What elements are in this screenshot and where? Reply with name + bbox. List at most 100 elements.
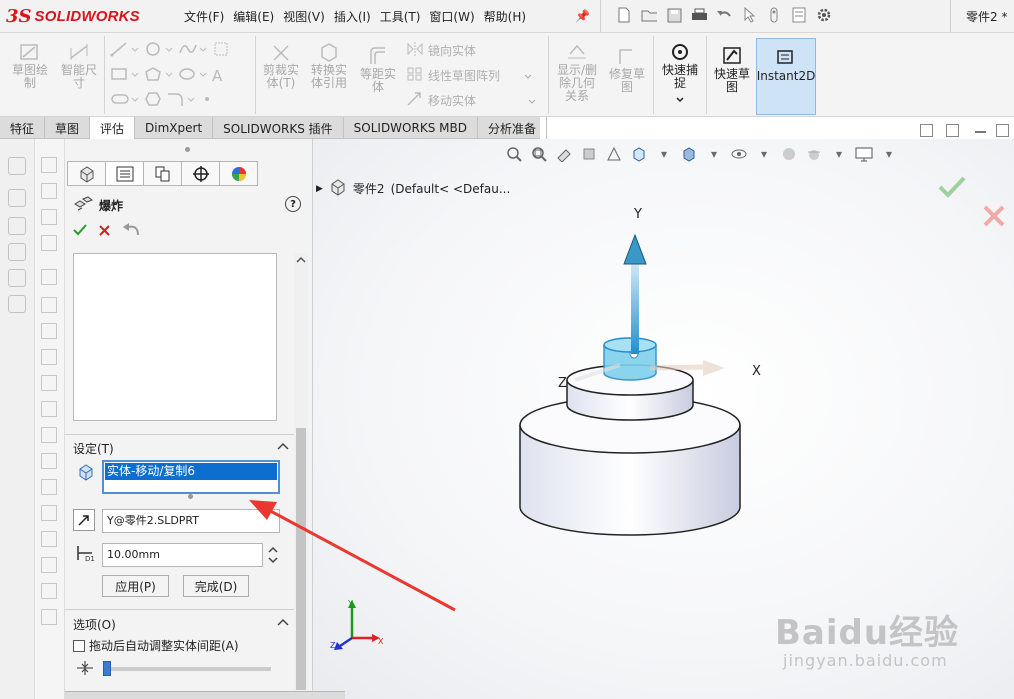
sweep-icon[interactable] xyxy=(8,217,26,235)
tab-features[interactable]: 特征 xyxy=(0,117,46,139)
expand-arrow-icon[interactable]: ▶ xyxy=(316,184,323,194)
edit-appearance-icon[interactable] xyxy=(780,145,798,163)
move-entities-item[interactable]: 移动实体 xyxy=(406,91,536,110)
spring-icon[interactable] xyxy=(8,295,26,313)
options-section-title[interactable]: 选项(O) xyxy=(73,616,116,633)
tool-icon-4[interactable] xyxy=(41,235,57,251)
dynamic-annotation-icon[interactable] xyxy=(605,145,623,163)
tab-dimxpert[interactable]: DimXpert xyxy=(135,117,214,139)
flyout-feature-tree[interactable]: ▶ 零件2 (Default< <Defau... xyxy=(316,178,510,199)
tab-sketch[interactable]: 草图 xyxy=(45,117,91,139)
spline-icon[interactable] xyxy=(178,41,208,60)
loft-icon[interactable] xyxy=(8,243,26,261)
zoom-to-fit-icon[interactable] xyxy=(505,145,523,163)
repair-sketch-button[interactable]: 修复草 图 xyxy=(604,46,650,94)
fillet-icon[interactable] xyxy=(166,91,196,110)
tool-icon-10[interactable] xyxy=(41,401,57,417)
quick-snaps-button[interactable]: 快速捕 捉 xyxy=(657,42,703,106)
solidworks-logo[interactable]: 3S SOLIDWORKS xyxy=(6,4,156,29)
window-back-icon[interactable] xyxy=(920,124,933,137)
dimxpert-manager-tab[interactable] xyxy=(181,161,220,186)
save-icon[interactable] xyxy=(666,7,682,23)
hexagon-icon[interactable] xyxy=(144,91,162,110)
selected-top-cylinder[interactable] xyxy=(603,337,657,381)
settings-section-title[interactable]: 设定(T) xyxy=(73,440,114,457)
cancel-x-icon[interactable] xyxy=(99,224,110,240)
display-delete-relations-button[interactable]: 显示/删 除几何 关系 xyxy=(553,42,601,103)
sketch-button[interactable]: 草图绘 制 xyxy=(8,42,52,90)
chevron-down-icon[interactable] xyxy=(676,93,684,106)
previous-view-icon[interactable] xyxy=(555,145,573,163)
slot-icon[interactable] xyxy=(110,91,140,110)
spacing-slider[interactable] xyxy=(103,661,271,676)
menu-edit[interactable]: 编辑(E) xyxy=(233,8,283,25)
view-orientation-icon[interactable] xyxy=(630,145,648,163)
reverse-direction-button[interactable] xyxy=(73,509,95,531)
chevron-up-icon[interactable] xyxy=(277,440,289,453)
rebuild-icon[interactable] xyxy=(766,7,782,23)
rectangle-icon[interactable] xyxy=(110,66,140,85)
apply-button[interactable]: 应用(P) xyxy=(102,575,169,597)
polygon-icon[interactable] xyxy=(144,66,174,85)
offset-entities-button[interactable]: 等距实 体 xyxy=(355,46,401,94)
display-manager-tab[interactable] xyxy=(219,161,258,186)
tool-icon-16[interactable] xyxy=(41,557,57,573)
tool-icon-17[interactable] xyxy=(41,583,57,599)
line-icon[interactable] xyxy=(110,41,140,60)
feature-manager-tab[interactable] xyxy=(67,161,106,186)
splitter-handle[interactable] xyxy=(185,147,190,152)
tool-icon-8[interactable] xyxy=(41,349,57,365)
extrude-boss-icon[interactable] xyxy=(8,157,26,175)
configuration-manager-tab[interactable] xyxy=(143,161,182,186)
pin-menu-icon[interactable]: 📌 xyxy=(575,9,590,23)
tool-icon-6[interactable] xyxy=(41,297,57,313)
smart-dimension-button[interactable]: 智能尺 寸 xyxy=(56,42,102,90)
ok-check-icon[interactable] xyxy=(73,224,87,240)
file-properties-icon[interactable] xyxy=(791,7,807,23)
explode-steps-list[interactable] xyxy=(73,253,277,421)
tool-icon-15[interactable] xyxy=(41,531,57,547)
chevron-down-icon[interactable]: ▾ xyxy=(880,145,898,163)
selected-body-item[interactable]: 实体-移动/复制6 xyxy=(105,463,277,480)
property-manager-tab[interactable] xyxy=(105,161,144,186)
tool-icon-11[interactable] xyxy=(41,427,57,443)
chevron-down-icon[interactable] xyxy=(528,94,536,108)
apply-scene-icon[interactable] xyxy=(805,145,823,163)
revolve-icon[interactable] xyxy=(8,189,26,207)
help-button[interactable]: ? xyxy=(285,196,301,212)
confirm-ok-icon[interactable] xyxy=(938,175,966,202)
tool-icon-12[interactable] xyxy=(41,453,57,469)
tool-icon-3[interactable] xyxy=(41,209,57,225)
maximize-icon[interactable] xyxy=(996,124,1009,137)
part-3d-model[interactable] xyxy=(500,200,780,550)
tab-addins[interactable]: SOLIDWORKS 插件 xyxy=(213,117,344,139)
tool-icon-1[interactable] xyxy=(41,157,57,173)
tool-icon-18[interactable] xyxy=(41,609,57,625)
bodies-selection-box[interactable]: 实体-移动/复制6 xyxy=(102,460,280,494)
menu-tools[interactable]: 工具(T) xyxy=(380,8,430,25)
linear-pattern-item[interactable]: 线性草图阵列 xyxy=(406,66,532,85)
section-view-icon[interactable] xyxy=(580,145,598,163)
plane-icon[interactable] xyxy=(212,41,230,60)
tab-mbd[interactable]: SOLIDWORKS MBD xyxy=(344,117,478,139)
zoom-to-area-icon[interactable] xyxy=(530,145,548,163)
boundary-icon[interactable] xyxy=(8,269,26,287)
print-icon[interactable] xyxy=(691,7,707,23)
auto-space-checkbox[interactable] xyxy=(73,639,85,652)
new-document-icon[interactable] xyxy=(616,7,632,23)
auto-space-checkbox-row[interactable]: 拖动后自动调整实体间距(A) xyxy=(73,637,239,654)
menu-file[interactable]: 文件(F) xyxy=(184,8,233,25)
tool-icon-2[interactable] xyxy=(41,183,57,199)
text-icon[interactable]: A xyxy=(212,67,222,85)
chevron-down-icon[interactable] xyxy=(524,69,532,83)
tool-icon-13[interactable] xyxy=(41,479,57,495)
tool-icon-7[interactable] xyxy=(41,323,57,339)
triad-y-arrow[interactable] xyxy=(623,233,647,354)
undo-icon[interactable] xyxy=(716,7,732,23)
tool-icon-14[interactable] xyxy=(41,505,57,521)
window-forward-icon[interactable] xyxy=(946,124,959,137)
property-manager-scrollbar[interactable] xyxy=(294,253,308,699)
view-settings-monitor-icon[interactable] xyxy=(855,145,873,163)
slider-handle[interactable] xyxy=(103,661,111,676)
mirror-entities-item[interactable]: 镜向实体 xyxy=(406,41,476,60)
